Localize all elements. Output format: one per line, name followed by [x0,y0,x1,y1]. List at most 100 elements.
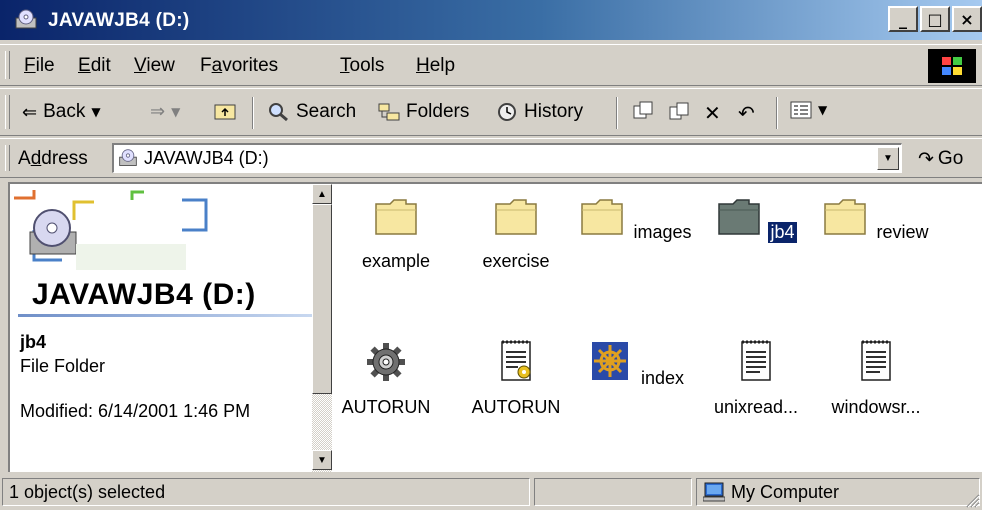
address-dropdown-button[interactable]: ▼ [877,147,899,170]
drive-title: JAVAWJB4 (D:) [32,278,256,311]
menu-file[interactable]: File [24,55,55,77]
toolbar-grip [5,95,10,129]
delete-x-icon: ✕ [704,101,721,125]
move-to-button[interactable] [632,101,654,121]
address-input[interactable]: JAVAWJB4 (D:) ▼ [112,143,902,173]
cd-drive-icon [119,149,137,166]
item-label: index [640,368,685,388]
gear-icon [367,343,405,381]
menu-bar: File Edit View Favorites Tools Help [0,44,982,86]
item-label: unixread... [713,397,799,417]
file-item-autorun-inf[interactable]: AUTORUN [456,340,576,418]
folder-view[interactable]: JAVAWJB4 (D:) jb4 File Folder Modified: … [8,182,982,472]
search-icon [269,103,288,122]
standard-toolbar: ⇐ Back ▼ ⇒ ▼ Search Folders History ✕ ↶ … [0,88,982,136]
views-button[interactable]: ▼ [790,101,827,119]
window-title: JAVAWJB4 (D:) [48,10,190,31]
folders-tree-icon [378,103,400,121]
menu-edit[interactable]: Edit [78,55,111,77]
minimize-button[interactable]: _ [888,6,918,32]
history-label: History [524,101,584,122]
forward-arrow-icon: ⇒ [150,101,166,122]
selected-item-name: jb4 [20,332,47,352]
file-item-index[interactable]: index [576,340,696,389]
maximize-button[interactable]: □ [920,6,950,32]
address-value: JAVAWJB4 (D:) [144,148,269,168]
undo-icon: ↶ [738,101,755,125]
chevron-down-icon: ▼ [883,153,893,164]
toolbar-separator [252,97,254,129]
copy-to-icon [669,102,689,120]
folder-item-example[interactable]: example [336,194,456,272]
folders-label: Folders [406,101,470,122]
folder-icon [718,199,761,235]
folder-item-images[interactable]: images [576,194,696,243]
cd-drive-banner-icon [14,190,208,270]
title-underline [18,314,312,317]
search-button[interactable]: Search [268,101,356,123]
info-pane-scrollbar[interactable]: ▲ ▼ [312,184,332,472]
folder-item-exercise[interactable]: exercise [456,194,576,272]
status-selection: 1 object(s) selected [2,478,530,506]
menu-tools[interactable]: Tools [340,55,384,77]
status-bar: 1 object(s) selected My Computer [0,474,982,510]
toolbar-separator [776,97,778,129]
file-item-unixreadme[interactable]: unixread... [696,340,816,418]
item-label: review [876,222,929,242]
config-document-icon [501,340,531,381]
scroll-up-icon: ▲ [317,188,327,200]
folder-item-jb4[interactable]: jb4 [696,194,816,244]
go-arrow-icon: ↷ [918,148,934,170]
selected-item-modified: Modified: 6/14/2001 1:46 PM [20,401,251,421]
title-bar[interactable]: JAVAWJB4 (D:) _ □ × [0,0,982,40]
copy-to-button[interactable] [668,101,690,121]
folder-item-review[interactable]: review [816,194,936,243]
folder-icon [495,199,537,235]
back-arrow-icon: ⇐ [22,101,38,123]
address-bar: Address JAVAWJB4 (D:) ▼ ↷ Go [0,138,982,178]
folder-icon [824,199,867,235]
close-button[interactable]: × [952,6,982,32]
status-zone-label: My Computer [731,481,840,502]
item-label: images [633,222,692,242]
my-computer-icon [703,482,725,502]
ships-wheel-icon [591,342,628,380]
windows-logo-icon [928,49,976,83]
folders-button[interactable]: Folders [378,101,469,123]
history-button[interactable]: History [496,101,583,123]
back-label: Back [43,101,86,122]
address-grip [5,145,10,171]
menu-view[interactable]: View [134,55,175,77]
folder-icon [375,199,417,235]
text-document-icon [741,340,771,381]
chevron-down-icon: ▼ [171,104,181,119]
scroll-down-button[interactable]: ▼ [312,450,332,470]
item-label: jb4 [767,221,798,244]
file-item-autorun-exe[interactable]: AUTORUN [326,340,446,418]
chevron-down-icon: ▼ [91,105,101,119]
resize-grip-icon[interactable] [964,492,980,508]
scroll-up-button[interactable]: ▲ [312,184,332,204]
go-button[interactable]: ↷ Go [918,148,963,170]
views-icon [790,101,812,119]
forward-button[interactable]: ⇒ ▼ [150,101,180,122]
menu-favorites[interactable]: Favorites [200,55,278,77]
text-document-icon [861,340,891,381]
undo-button[interactable]: ↶ [738,101,755,125]
delete-button[interactable]: ✕ [704,101,721,125]
item-label: example [361,251,431,271]
back-button[interactable]: ⇐ Back ▼ [22,101,101,123]
file-item-windowsreadme[interactable]: windowsr... [816,340,936,418]
menu-help[interactable]: Help [416,55,455,77]
chevron-down-icon: ▼ [818,103,828,117]
move-to-icon [633,101,653,119]
folder-icon [581,199,624,235]
cd-drive-icon [15,9,37,29]
menu-grip[interactable] [5,51,10,79]
item-label: AUTORUN [341,397,431,417]
history-icon [498,103,516,121]
status-zone: My Computer [696,478,980,506]
status-blank [534,478,692,506]
up-folder-button[interactable] [214,101,236,121]
go-label: Go [937,148,964,169]
